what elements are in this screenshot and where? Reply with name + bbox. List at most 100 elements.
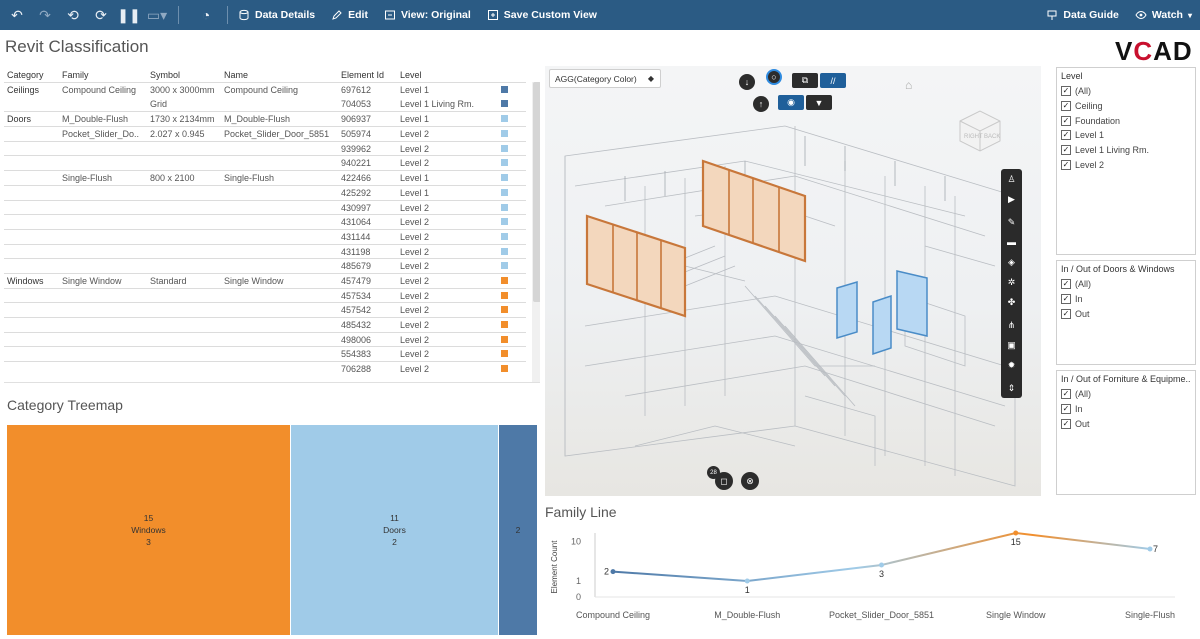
- table-row[interactable]: 554383 Level 2: [4, 346, 526, 361]
- clear-filter-button[interactable]: ⊗: [741, 472, 759, 490]
- settings-icon[interactable]: ✹: [1001, 355, 1022, 375]
- undo-icon[interactable]: ↶: [6, 4, 28, 26]
- orbit-button[interactable]: ○: [766, 69, 782, 85]
- cell-name: Single-Flush: [224, 173, 275, 184]
- watch-button[interactable]: Watch ▾: [1135, 9, 1192, 21]
- header-element-id[interactable]: Element Id: [341, 70, 400, 80]
- checkbox-checked-icon[interactable]: ✓: [1061, 294, 1071, 305]
- filter-option[interactable]: ✓ In: [1061, 402, 1191, 417]
- checkbox-checked-icon[interactable]: ✓: [1061, 115, 1071, 126]
- table-row[interactable]: 457542 Level 2: [4, 302, 526, 317]
- filter-option[interactable]: ✓ Out: [1061, 306, 1191, 321]
- table-row[interactable]: Pocket_Slider_Do.. 2.027 x 0.945 Pocket_Sl…: [4, 126, 526, 141]
- treemap-cell-sub: 2: [392, 537, 397, 547]
- structure-icon[interactable]: ⋔: [1001, 315, 1022, 335]
- document-icon[interactable]: ▣: [1001, 335, 1022, 355]
- filter-option[interactable]: ✓ In: [1061, 292, 1191, 307]
- explode-icon[interactable]: ◈: [1001, 252, 1022, 272]
- refresh-icon[interactable]: ⟳: [90, 4, 112, 26]
- treemap-cell[interactable]: 2: [499, 425, 537, 635]
- pause-icon[interactable]: ❚❚: [117, 4, 140, 26]
- data-details-button[interactable]: Data Details: [238, 9, 315, 21]
- filter-button[interactable]: ▼: [806, 95, 832, 110]
- table-row[interactable]: 457534 Level 2: [4, 287, 526, 303]
- table-row[interactable]: 498006 Level 2: [4, 331, 526, 347]
- model-browser-icon[interactable]: ✤: [1001, 292, 1022, 312]
- treemap-cell[interactable]: 11 Doors 2: [291, 425, 498, 635]
- revert-icon[interactable]: ⟲: [62, 4, 84, 26]
- table-row[interactable]: 431198 Level 2: [4, 243, 526, 259]
- table-row[interactable]: Windows Single Window Standard Single Windo…: [4, 272, 526, 288]
- checkbox-checked-icon[interactable]: ✓: [1061, 279, 1071, 290]
- section-icon[interactable]: ▬: [1001, 232, 1022, 252]
- y-tick-label: 1: [576, 576, 581, 586]
- header-family[interactable]: Family: [62, 70, 150, 80]
- checkbox-checked-icon[interactable]: ✓: [1061, 130, 1071, 141]
- checkbox-checked-icon[interactable]: ✓: [1061, 404, 1071, 415]
- treemap-cell-count: 2: [515, 525, 521, 535]
- table-row[interactable]: 485679 Level 2: [4, 258, 526, 273]
- save-custom-view-button[interactable]: Save Custom View: [487, 9, 597, 21]
- checkbox-checked-icon[interactable]: ✓: [1061, 101, 1071, 112]
- table-row[interactable]: Ceilings Compound Ceiling 3000 x 3000mm Com…: [4, 82, 526, 97]
- header-level[interactable]: Level: [400, 70, 490, 80]
- checkbox-checked-icon[interactable]: ✓: [1061, 159, 1071, 170]
- checkbox-checked-icon[interactable]: ✓: [1061, 145, 1071, 156]
- walk-icon[interactable]: ♙: [1001, 169, 1022, 189]
- filter-option[interactable]: ✓ Out: [1061, 416, 1191, 431]
- camera-icon[interactable]: ▶: [1001, 189, 1022, 209]
- viewcube[interactable]: RIGHT BACK: [950, 96, 1010, 156]
- table-row[interactable]: 485432 Level 2: [4, 317, 526, 332]
- scroll-thumb[interactable]: [533, 82, 540, 302]
- filter-option[interactable]: ✓ Foundation: [1061, 113, 1191, 128]
- table-row[interactable]: Doors M_Double-Flush 1730 x 2134mm M_Double…: [4, 111, 526, 126]
- table-row[interactable]: 431144 Level 2: [4, 228, 526, 244]
- cell-level: Level 2: [400, 290, 430, 301]
- category-color-dropdown[interactable]: AGG(Category Color) ◆: [549, 69, 661, 88]
- checkbox-checked-icon[interactable]: ✓: [1061, 86, 1071, 97]
- table-row[interactable]: 425292 Level 1: [4, 184, 526, 200]
- data-label: 7: [1153, 544, 1158, 554]
- checkbox-checked-icon[interactable]: ✓: [1061, 308, 1071, 319]
- metrics-icon[interactable]: ◔: [195, 4, 217, 26]
- header-category[interactable]: Category: [4, 70, 62, 80]
- data-guide-button[interactable]: Data Guide: [1046, 9, 1119, 21]
- section-box-button[interactable]: ⧉: [792, 73, 818, 88]
- cell-level: Level 2: [400, 158, 430, 169]
- treemap-cell[interactable]: 15 Windows 3: [7, 425, 290, 635]
- measure-icon[interactable]: ✎: [1001, 212, 1022, 232]
- target-button[interactable]: ◉: [778, 95, 804, 110]
- move-up-button[interactable]: ↑: [753, 96, 769, 112]
- redo-icon[interactable]: ↷: [34, 4, 56, 26]
- properties-icon[interactable]: ✲: [1001, 272, 1022, 292]
- filter-option[interactable]: ✓ Level 2: [1061, 157, 1191, 172]
- table-scrollbar[interactable]: [532, 82, 540, 382]
- table-row[interactable]: 430997 Level 2: [4, 199, 526, 215]
- presentation-icon[interactable]: ▭▾: [146, 4, 168, 26]
- view-button[interactable]: View: Original: [384, 9, 471, 21]
- filter-option[interactable]: ✓ (All): [1061, 277, 1191, 292]
- treemap-cell-count: 15: [143, 513, 154, 523]
- edit-button[interactable]: Edit: [331, 9, 368, 21]
- table-row[interactable]: 706288 Level 2: [4, 361, 526, 376]
- model-viewer[interactable]: AGG(Category Color) ◆ ↓ ○ ⧉ // ↑ ◉ ▼ RIG…: [545, 66, 1041, 496]
- filter-option[interactable]: ✓ Level 1: [1061, 128, 1191, 143]
- table-row[interactable]: Single-Flush 800 x 2100 Single-Flush 422466…: [4, 170, 526, 185]
- family-line-chart: Element Count 0 1 10 2 1 3 15 7 Compound Ceiling M…: [550, 530, 1175, 620]
- hatch-button[interactable]: //: [820, 73, 846, 88]
- header-symbol[interactable]: Symbol: [150, 70, 224, 80]
- header-name[interactable]: Name: [224, 70, 341, 80]
- table-row[interactable]: Grid 704053 Level 1 Living Rm.: [4, 97, 526, 112]
- fullscreen-icon[interactable]: ⇕: [1001, 378, 1022, 398]
- filter-option[interactable]: ✓ Level 1 Living Rm.: [1061, 143, 1191, 158]
- table-row[interactable]: 939962 Level 2: [4, 140, 526, 156]
- table-row[interactable]: 431064 Level 2: [4, 214, 526, 229]
- checkbox-checked-icon[interactable]: ✓: [1061, 389, 1071, 400]
- checkbox-checked-icon[interactable]: ✓: [1061, 418, 1071, 429]
- filter-option[interactable]: ✓ (All): [1061, 84, 1191, 99]
- filter-option[interactable]: ✓ Ceiling: [1061, 99, 1191, 114]
- filter-option[interactable]: ✓ (All): [1061, 387, 1191, 402]
- home-icon[interactable]: ⌂: [905, 78, 912, 92]
- table-row[interactable]: 940221 Level 2: [4, 155, 526, 170]
- move-down-button[interactable]: ↓: [739, 74, 755, 90]
